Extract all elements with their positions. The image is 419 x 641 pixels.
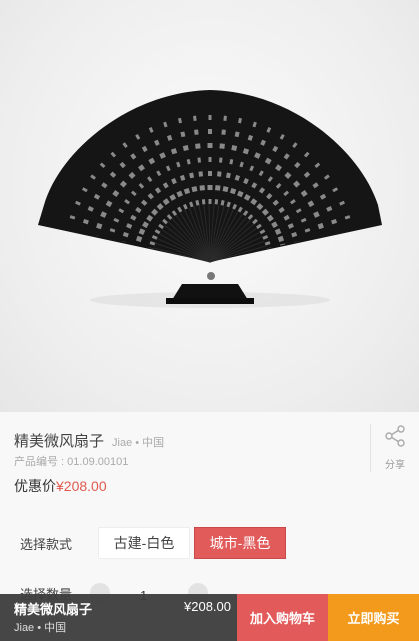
product-image[interactable] bbox=[0, 0, 419, 412]
price-label: 优惠价 bbox=[14, 478, 56, 494]
price-row: 优惠价¥208.00 bbox=[14, 476, 107, 496]
bottom-action-bar: 精美微风扇子 Jiae • 中国 ¥208.00 加入购物车 立即购买 bbox=[0, 594, 419, 641]
style-option-ancient-white[interactable]: 古建-白色 bbox=[98, 527, 190, 559]
product-title: 精美微风扇子 bbox=[14, 433, 105, 450]
share-icon bbox=[383, 424, 407, 453]
add-to-cart-button[interactable]: 加入购物车 bbox=[237, 594, 328, 641]
buy-now-button[interactable]: 立即购买 bbox=[328, 594, 419, 641]
style-select-label: 选择款式 bbox=[20, 537, 73, 552]
bottom-bar-price: ¥208.00 bbox=[184, 599, 231, 614]
product-origin: Jiae • 中国 bbox=[112, 437, 165, 449]
share-button[interactable]: 分享 bbox=[370, 424, 419, 472]
bottom-bar-product-origin: Jiae • 中国 bbox=[14, 622, 67, 634]
title-row: 精美微风扇子 Jiae • 中国 bbox=[14, 430, 164, 451]
bottom-bar-product-name: 精美微风扇子 bbox=[14, 602, 93, 617]
product-code: 产品编号 : 01.09.00101 bbox=[14, 456, 129, 468]
style-option-city-black[interactable]: 城市-黑色 bbox=[194, 527, 286, 559]
bottom-bar-product-info: 精美微风扇子 Jiae • 中国 ¥208.00 bbox=[0, 594, 237, 641]
fan-illustration bbox=[38, 90, 382, 308]
price-value: ¥208.00 bbox=[56, 478, 107, 494]
share-label: 分享 bbox=[385, 460, 405, 471]
